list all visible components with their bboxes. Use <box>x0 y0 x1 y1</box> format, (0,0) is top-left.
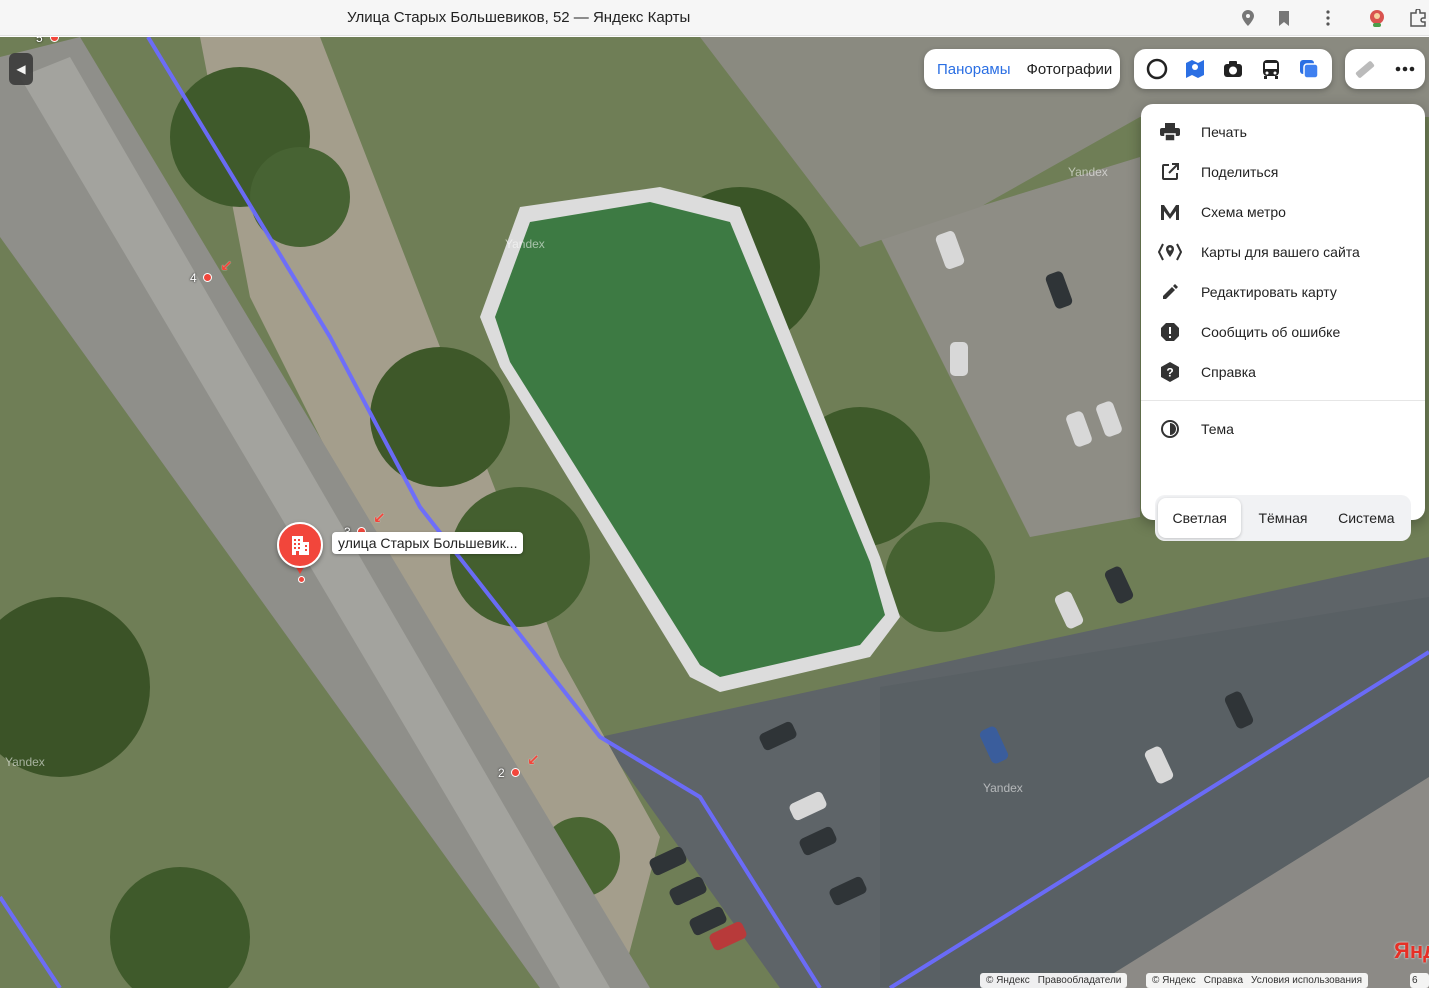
menu-item-label: Схема метро <box>1201 204 1286 220</box>
copyright-text: © Яндекс <box>986 975 1030 986</box>
scale-indicator: 6 <box>1410 973 1429 988</box>
entrance-number: 5 <box>36 37 43 45</box>
satellite-layers-icon[interactable] <box>1293 53 1325 85</box>
title-bar: Улица Старых Большевиков, 52 — Яндекс Ка… <box>0 0 1429 36</box>
bookmark-icon[interactable] <box>1274 8 1294 28</box>
metro-icon <box>1157 199 1183 225</box>
building-icon <box>292 536 309 555</box>
menu-item-label: Карты для вашего сайта <box>1201 244 1360 260</box>
report-error-icon <box>1157 319 1183 345</box>
watermark: Yandex <box>5 755 45 769</box>
tab-panoramas[interactable]: Панорамы <box>930 53 1018 85</box>
pencil-icon <box>1157 279 1183 305</box>
browser-menu-icon[interactable] <box>1318 8 1338 28</box>
scale-value: 6 <box>1412 975 1418 986</box>
window-title: Улица Старых Большевиков, 52 — Яндекс Ка… <box>347 9 691 26</box>
copyright-bar-right: © Яндекс Справка Условия использования <box>1146 973 1369 988</box>
watermark: Yandex <box>983 781 1023 795</box>
menu-item-label: Редактировать карту <box>1201 284 1337 300</box>
share-icon <box>1157 159 1183 185</box>
svg-text:?: ? <box>1166 366 1173 380</box>
place-label[interactable]: улица Старых Большевик... <box>332 532 524 554</box>
printer-icon <box>1157 119 1183 145</box>
watermark: Yandex <box>505 237 545 251</box>
help-icon: ? <box>1157 359 1183 385</box>
entrance-marker[interactable] <box>511 768 520 777</box>
menu-item-theme: Тема <box>1141 409 1425 449</box>
pano-photo-switch: Панорамы Фотографии <box>924 49 1120 89</box>
map-layer-buttons <box>1134 49 1332 89</box>
menu-item-maps-for-site[interactable]: Карты для вашего сайта <box>1141 232 1425 272</box>
extension-avatar-icon[interactable] <box>1367 8 1387 28</box>
terms-link[interactable]: Условия использования <box>1251 975 1362 986</box>
menu-item-help[interactable]: ? Справка <box>1141 352 1425 392</box>
menu-item-share[interactable]: Поделиться <box>1141 152 1425 192</box>
theme-switch: Светлая Тёмная Система <box>1155 495 1411 541</box>
chevron-left-icon: ◀ <box>16 62 26 76</box>
theme-icon <box>1157 416 1183 442</box>
entrance-number: 4 <box>190 271 197 285</box>
menu-item-report-error[interactable]: Сообщить об ошибке <box>1141 312 1425 352</box>
collapse-panel-button[interactable]: ◀ <box>9 53 33 85</box>
more-menu: Печать Поделиться Схема метро Карты для … <box>1141 104 1425 541</box>
satellite-map[interactable]: Yandex Yandex Yandex Yandex ◀ Панорамы Ф… <box>0 37 1429 988</box>
menu-item-label: Сообщить об ошибке <box>1201 324 1341 340</box>
map-layers-icon[interactable] <box>1179 53 1211 85</box>
menu-item-label: Поделиться <box>1201 164 1279 180</box>
place-marker[interactable] <box>277 522 323 568</box>
theme-option-light[interactable]: Светлая <box>1158 498 1242 538</box>
ruler-icon[interactable] <box>1349 53 1381 85</box>
more-icon[interactable] <box>1389 53 1421 85</box>
copyright-bar-left: © Яндекс Правообладатели <box>980 973 1128 988</box>
theme-label: Тема <box>1201 421 1234 437</box>
menu-item-edit-map[interactable]: Редактировать карту <box>1141 272 1425 312</box>
watermark: Yandex <box>1068 165 1108 179</box>
help-link[interactable]: Справка <box>1204 975 1243 986</box>
tab-photos[interactable]: Фотографии <box>1020 53 1120 85</box>
menu-divider <box>1141 400 1425 401</box>
menu-item-metro[interactable]: Схема метро <box>1141 192 1425 232</box>
rights-holders-link[interactable]: Правообладатели <box>1038 975 1122 986</box>
menu-item-label: Печать <box>1201 124 1247 140</box>
panorama-camera-icon[interactable] <box>1217 53 1249 85</box>
entrance-arrow-icon: ↙ <box>220 258 233 275</box>
extensions-puzzle-icon[interactable] <box>1408 8 1428 28</box>
traffic-icon[interactable] <box>1141 53 1173 85</box>
entrance-marker[interactable] <box>203 273 212 282</box>
location-icon[interactable] <box>1238 8 1258 28</box>
map-embed-icon <box>1157 239 1183 265</box>
entrance-arrow-icon: ↙ <box>373 510 386 527</box>
entrance-number: 2 <box>498 766 505 780</box>
menu-item-print[interactable]: Печать <box>1141 112 1425 152</box>
map-tools <box>1345 49 1425 89</box>
transit-bus-icon[interactable] <box>1255 53 1287 85</box>
theme-option-dark[interactable]: Тёмная <box>1241 498 1324 538</box>
entrance-arrow-icon: ↙ <box>527 752 540 769</box>
yandex-logo: Янд <box>1394 938 1429 963</box>
marker-point <box>298 576 305 583</box>
theme-option-system[interactable]: Система <box>1325 498 1408 538</box>
menu-item-label: Справка <box>1201 364 1256 380</box>
copyright-text: © Яндекс <box>1152 975 1196 986</box>
